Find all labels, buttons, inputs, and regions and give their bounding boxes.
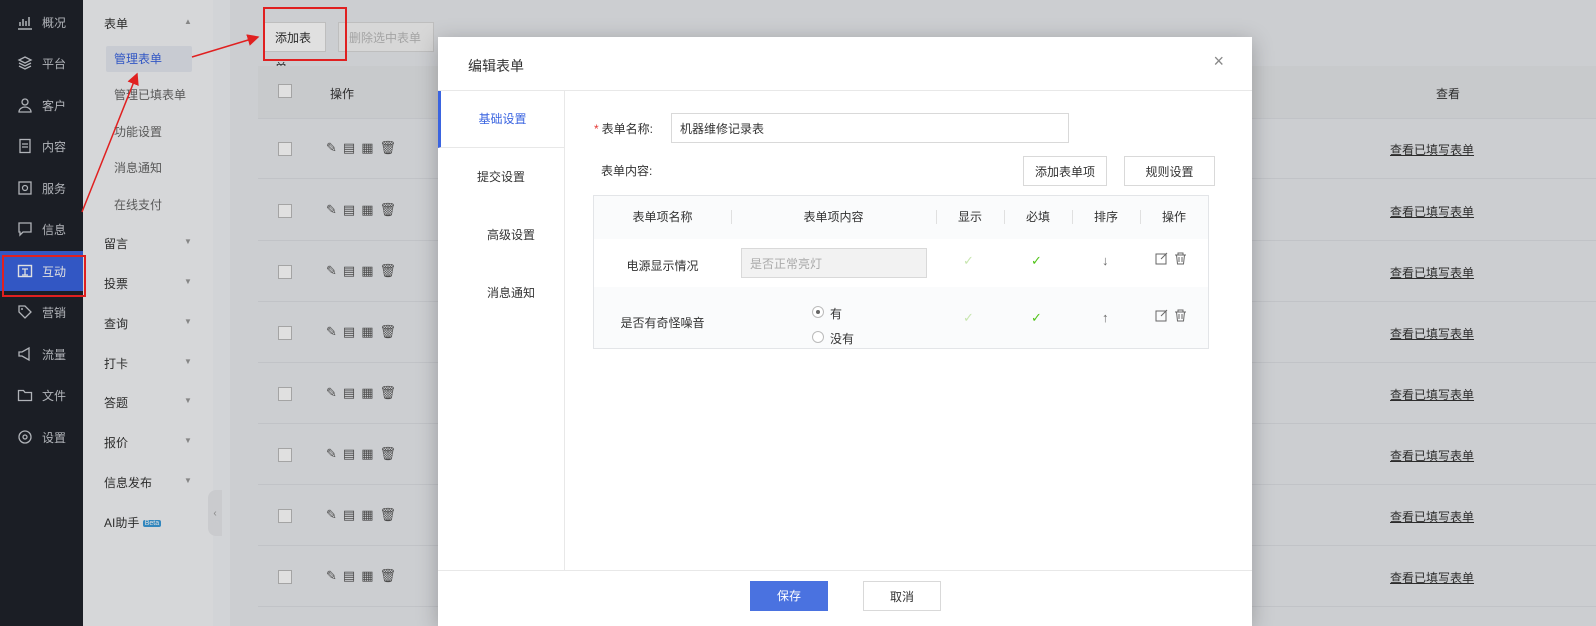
- edit-icon[interactable]: [1155, 252, 1168, 268]
- tab-basic-settings[interactable]: 基础设置: [438, 91, 564, 148]
- th-show: 显示: [957, 210, 982, 224]
- th-item-name: 表单项名称: [632, 210, 693, 224]
- row1-name: 电源显示情况: [626, 259, 699, 273]
- form-name-input[interactable]: 机器维修记录表: [671, 113, 1069, 143]
- edit-form-modal: 编辑表单 × 基础设置 提交设置 高级设置 消息通知 * 表单名称: 机器维修记录…: [438, 37, 1252, 626]
- th-required: 必填: [1025, 210, 1050, 224]
- form-content-label: 表单内容:: [601, 164, 653, 178]
- required-check-icon[interactable]: ✓: [1031, 310, 1042, 326]
- row2-ops: [1155, 309, 1187, 325]
- form-name-label: * 表单名称:: [594, 122, 654, 136]
- radio-yes[interactable]: [812, 306, 824, 318]
- edit-icon[interactable]: [1155, 309, 1168, 325]
- trash-icon[interactable]: [1174, 309, 1187, 325]
- show-check-icon[interactable]: ✓: [963, 253, 974, 269]
- th-ops: 操作: [1161, 210, 1186, 224]
- row2-name: 是否有奇怪噪音: [620, 316, 705, 330]
- radio-yes-label: 有: [830, 307, 843, 321]
- tab-message-notify[interactable]: 消息通知: [438, 265, 564, 322]
- sort-down-icon[interactable]: ↓: [1102, 253, 1109, 268]
- save-button[interactable]: 保存: [750, 581, 828, 611]
- radio-no-label: 没有: [830, 332, 855, 346]
- annotation-box-add-form: [263, 7, 347, 61]
- th-sort: 排序: [1093, 210, 1118, 224]
- rule-settings-button[interactable]: 规则设置: [1124, 156, 1215, 186]
- form-items-table: 表单项名称 表单项内容 显示 必填 排序 操作 电源显示情况 是否正常亮灯 ✓ …: [593, 195, 1209, 349]
- close-icon[interactable]: ×: [1213, 51, 1224, 72]
- th-item-content: 表单项内容: [803, 210, 864, 224]
- trash-icon[interactable]: [1174, 252, 1187, 268]
- cancel-button[interactable]: 取消: [863, 581, 941, 611]
- sort-up-icon[interactable]: ↑: [1102, 310, 1109, 325]
- row1-ops: [1155, 252, 1187, 268]
- modal-title: 编辑表单: [468, 58, 524, 74]
- show-check-icon[interactable]: ✓: [963, 310, 974, 326]
- annotation-box-interact: [2, 255, 86, 297]
- row1-preview-input[interactable]: 是否正常亮灯: [741, 248, 927, 278]
- add-form-item-button[interactable]: 添加表单项: [1023, 156, 1107, 186]
- radio-no[interactable]: [812, 331, 824, 343]
- tab-advanced-settings[interactable]: 高级设置: [438, 207, 564, 264]
- required-check-icon[interactable]: ✓: [1031, 253, 1042, 269]
- modal-tabs: 基础设置 提交设置 高级设置 消息通知: [438, 91, 565, 571]
- tab-submit-settings[interactable]: 提交设置: [438, 149, 564, 206]
